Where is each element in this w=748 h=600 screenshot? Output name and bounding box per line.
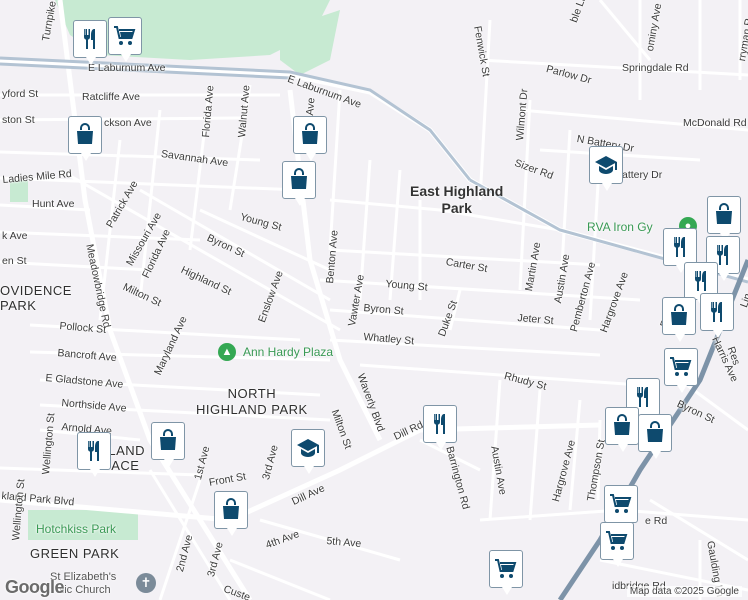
shopping-cart-pin[interactable] — [664, 348, 698, 393]
shopping-bag-pin[interactable] — [662, 297, 696, 342]
shopping-bag-icon — [614, 414, 630, 435]
area-label-providence-park: OVIDENCE PARK — [0, 283, 72, 313]
park-icon[interactable]: ▲ — [218, 343, 236, 361]
street-label: Ratcliffe Ave — [82, 91, 140, 103]
area-label-north-highland-park: NORTH HIGHLAND PARK — [196, 386, 308, 417]
fork-knife-icon — [674, 237, 685, 257]
shopping-cart-pin[interactable] — [600, 522, 634, 567]
street-label: Ave — [304, 97, 318, 117]
street-label: ckson Ave — [104, 117, 152, 129]
shopping-cart-icon — [670, 357, 692, 376]
street-label: en St — [2, 255, 27, 267]
street-label: k Ave — [2, 230, 28, 242]
shopping-cart-icon — [606, 531, 628, 550]
graduation-cap-icon — [297, 439, 319, 457]
shopping-bag-pin[interactable] — [293, 116, 327, 161]
shopping-cart-pin[interactable] — [604, 485, 638, 530]
graduation-cap-icon — [595, 156, 617, 174]
street-label: E Laburnum Ave — [88, 62, 166, 74]
map-canvas[interactable]: East Highland Park NORTH HIGHLAND PARK O… — [0, 0, 748, 600]
shopping-bag-icon — [716, 203, 732, 224]
street-label: yford St — [2, 88, 39, 100]
area-label-east-highland-park: East Highland Park — [410, 183, 504, 216]
fork-knife-icon — [637, 387, 648, 407]
church-icon[interactable]: ✝ — [136, 573, 156, 593]
area-label-green-park: GREEN PARK — [30, 546, 120, 561]
shopping-bag-pin[interactable] — [282, 161, 316, 206]
restaurant-pin[interactable] — [73, 20, 107, 65]
street-label: e Rd — [645, 515, 668, 527]
shopping-bag-pin[interactable] — [605, 407, 639, 452]
street-label: McDonald Rd — [683, 117, 747, 129]
shopping-bag-icon — [160, 429, 176, 450]
fork-knife-icon — [434, 414, 445, 434]
shopping-bag-icon — [302, 123, 318, 144]
fork-knife-icon — [695, 271, 706, 291]
street-label: ston St — [2, 114, 35, 126]
restaurant-pin[interactable] — [700, 293, 734, 338]
fork-knife-icon — [88, 441, 99, 461]
poi-rva-iron-gym[interactable]: RVA Iron Gy — [587, 220, 653, 234]
shopping-bag-icon — [223, 498, 239, 519]
shopping-bag-pin[interactable] — [151, 422, 185, 467]
street-label: attery Dr — [622, 169, 663, 181]
shopping-bag-icon — [647, 421, 663, 442]
shopping-cart-icon — [114, 26, 136, 45]
shopping-bag-icon — [671, 304, 687, 325]
school-pin[interactable] — [291, 429, 325, 474]
shopping-bag-icon — [77, 123, 93, 144]
restaurant-pin[interactable] — [77, 432, 111, 477]
shopping-cart-icon — [495, 559, 517, 578]
shopping-bag-pin[interactable] — [68, 116, 102, 161]
shopping-cart-icon — [610, 494, 632, 513]
shopping-bag-icon — [291, 168, 307, 189]
fork-knife-icon — [84, 29, 95, 49]
street-label: Hunt Ave — [32, 198, 75, 210]
street-label: Springdale Rd — [622, 62, 689, 74]
shopping-cart-pin[interactable] — [489, 550, 523, 595]
poi-ann-hardy-plaza[interactable]: Ann Hardy Plaza — [243, 345, 333, 359]
fork-knife-icon — [711, 302, 722, 322]
school-pin[interactable] — [589, 146, 623, 191]
poi-hotchkiss-park[interactable]: Hotchkiss Park — [36, 522, 116, 536]
google-logo: Google — [5, 577, 65, 597]
shopping-bag-pin[interactable] — [707, 196, 741, 241]
shopping-cart-pin[interactable] — [108, 17, 142, 62]
map-attribution[interactable]: Map data ©2025 Google — [626, 586, 742, 597]
shopping-bag-pin[interactable] — [638, 414, 672, 459]
restaurant-pin[interactable] — [663, 228, 697, 273]
restaurant-pin[interactable] — [423, 405, 457, 450]
shopping-bag-pin[interactable] — [214, 491, 248, 536]
